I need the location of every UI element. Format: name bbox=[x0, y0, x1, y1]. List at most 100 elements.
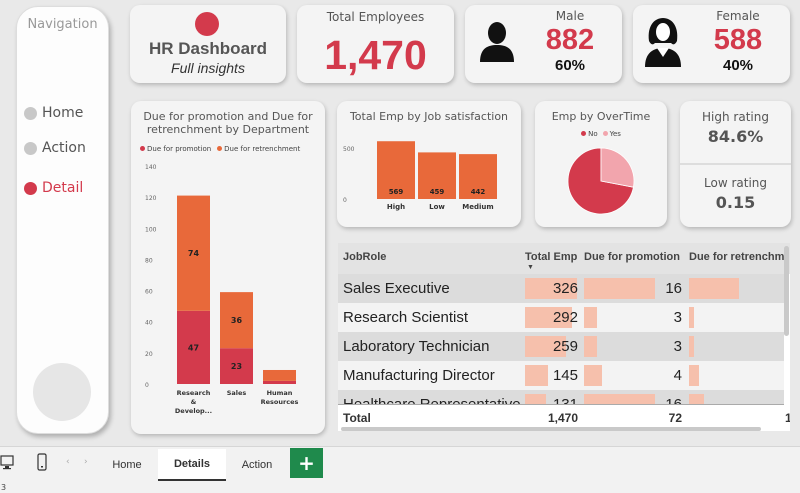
total-label: Total bbox=[343, 411, 371, 425]
legend-dot-icon bbox=[217, 146, 223, 151]
column-header-total-emp[interactable]: Total Emp bbox=[525, 251, 577, 263]
title-card: HR Dashboard Full insights bbox=[130, 5, 286, 83]
table-header: JobRole Total Emp ▼ Due for promotion Du… bbox=[338, 243, 790, 274]
nav-item-home[interactable]: Home bbox=[24, 105, 83, 121]
y-tick-label: 40 bbox=[145, 320, 153, 327]
desktop-view-icon[interactable] bbox=[0, 455, 14, 471]
cell-total: 292 bbox=[552, 309, 578, 326]
column-header-promotion[interactable]: Due for promotion bbox=[584, 251, 680, 263]
table-row[interactable]: Laboratory Technician 259 3 bbox=[338, 332, 784, 361]
y-tick-label: 20 bbox=[145, 351, 153, 358]
table-vertical-scrollbar[interactable] bbox=[784, 246, 789, 336]
data-label: 36 bbox=[231, 316, 243, 325]
data-label: 442 bbox=[471, 188, 486, 196]
tab-details[interactable]: Details bbox=[158, 449, 226, 481]
y-tick-label: 0 bbox=[145, 382, 149, 389]
table-horizontal-scrollbar[interactable] bbox=[341, 427, 761, 431]
circle-icon bbox=[24, 181, 37, 195]
chart-title: Total Emp by Job satisfaction bbox=[349, 110, 509, 123]
kpi-percent: 60% bbox=[554, 57, 586, 74]
nav-title: Navigation bbox=[27, 17, 98, 32]
page-title: HR Dashboard bbox=[148, 39, 268, 58]
retrenchment-bar bbox=[689, 365, 699, 386]
cell-total: 326 bbox=[552, 280, 578, 297]
total-promotion-value: 72 bbox=[668, 411, 682, 425]
retrenchment-bar bbox=[689, 336, 694, 357]
job-satisfaction-card: Total Emp by Job satisfaction 0 500 569 Hig… bbox=[337, 101, 521, 227]
overtime-card: Emp by OverTime No Yes bbox=[535, 101, 667, 227]
legend-label: Due for retrenchment bbox=[224, 145, 301, 153]
chart-title: Emp by OverTime bbox=[551, 110, 651, 123]
total-emp-value: 1,470 bbox=[547, 411, 578, 425]
column-header-retrenchment[interactable]: Due for retrenchm bbox=[689, 251, 784, 263]
divider bbox=[680, 163, 791, 165]
cell-jobrole: Laboratory Technician bbox=[343, 338, 490, 355]
tab-home[interactable]: Home bbox=[96, 449, 158, 481]
x-tick-label: Human bbox=[267, 389, 293, 397]
cell-jobrole: Manufacturing Director bbox=[343, 367, 495, 384]
x-tick-label: Research bbox=[177, 389, 211, 397]
cell-promotion: 16 bbox=[665, 280, 682, 297]
nav-item-label: Action bbox=[42, 140, 86, 156]
legend-dot-icon bbox=[140, 146, 145, 151]
bar-segment bbox=[263, 380, 296, 384]
male-card: Male 882 60% bbox=[465, 5, 622, 83]
data-label: 74 bbox=[188, 249, 200, 258]
cell-jobrole: Research Scientist bbox=[343, 309, 469, 326]
cell-promotion: 3 bbox=[673, 309, 682, 326]
legend-dot-icon bbox=[602, 131, 608, 136]
data-label: 47 bbox=[188, 343, 199, 352]
x-tick-label: Develop... bbox=[175, 407, 212, 415]
total-retrenchment-value: 1 bbox=[785, 411, 790, 425]
page-subtitle: Full insights bbox=[171, 60, 245, 76]
kpi-value: 0.15 bbox=[715, 193, 756, 212]
female-person-icon bbox=[645, 18, 681, 67]
add-page-button[interactable]: + bbox=[290, 448, 323, 478]
column-header-jobrole[interactable]: JobRole bbox=[343, 251, 386, 263]
x-tick-label: & bbox=[191, 398, 197, 406]
table-row[interactable]: Manufacturing Director 145 4 bbox=[338, 361, 784, 390]
chart-legend: Due for promotion Due for retrenchment bbox=[140, 145, 300, 153]
kpi-label: Total Employees bbox=[326, 10, 425, 24]
cell-promotion: 4 bbox=[673, 367, 682, 384]
nav-item-detail[interactable]: Detail bbox=[24, 180, 83, 196]
legend-item: Due for retrenchment bbox=[217, 145, 300, 153]
y-tick-label: 0 bbox=[343, 197, 347, 204]
department-chart-card: Due for promotion and Due for retrenchme… bbox=[131, 101, 325, 434]
cell-jobrole: Sales Executive bbox=[343, 280, 450, 297]
department-stacked-bar-chart: 0 20 40 60 80 100 120 140 47 74 Research&Develop..… bbox=[145, 164, 299, 415]
legend-item: Due for promotion bbox=[140, 145, 211, 153]
legend-dot-icon bbox=[581, 131, 587, 136]
nav-item-action[interactable]: Action bbox=[24, 140, 86, 156]
jobrole-table: JobRole Total Emp ▼ Due for promotion Du… bbox=[338, 243, 790, 431]
total-employees-card: Total Employees 1,470 bbox=[297, 5, 454, 83]
legend-item: Yes bbox=[602, 130, 621, 138]
navigation-panel: Navigation Home Action Detail bbox=[16, 6, 109, 434]
x-tick-label: Sales bbox=[227, 389, 247, 397]
chevron-right-icon[interactable]: › bbox=[84, 457, 88, 467]
x-tick-label: Resources bbox=[261, 398, 299, 406]
data-label: 459 bbox=[430, 188, 445, 196]
nav-item-label: Home bbox=[42, 105, 84, 121]
tab-action[interactable]: Action bbox=[226, 449, 288, 481]
table-row[interactable]: Sales Executive 326 16 bbox=[338, 274, 784, 303]
sort-desc-icon: ▼ bbox=[527, 264, 534, 271]
cell-total: 145 bbox=[552, 367, 578, 384]
cell-total: 259 bbox=[552, 338, 578, 355]
x-tick-label: Low bbox=[429, 203, 445, 211]
kpi-label: High rating bbox=[702, 110, 769, 124]
kpi-label: Male bbox=[555, 9, 585, 23]
data-label: 569 bbox=[389, 188, 404, 196]
chevron-left-icon[interactable]: ‹ bbox=[66, 457, 70, 467]
x-tick-label: High bbox=[387, 203, 405, 211]
nav-item-label: Detail bbox=[42, 180, 84, 196]
table-row[interactable]: Research Scientist 292 3 bbox=[338, 303, 784, 332]
circle-icon bbox=[24, 106, 37, 120]
chart-legend: No Yes bbox=[535, 130, 667, 138]
kpi-value: 882 bbox=[545, 24, 595, 56]
chart-title: Due for promotion and Due for retrenchme… bbox=[143, 110, 313, 136]
status-bar-text: 3 bbox=[0, 482, 800, 493]
y-tick-label: 100 bbox=[145, 226, 157, 233]
mobile-view-icon[interactable] bbox=[37, 453, 47, 471]
y-tick-label: 500 bbox=[343, 146, 355, 153]
